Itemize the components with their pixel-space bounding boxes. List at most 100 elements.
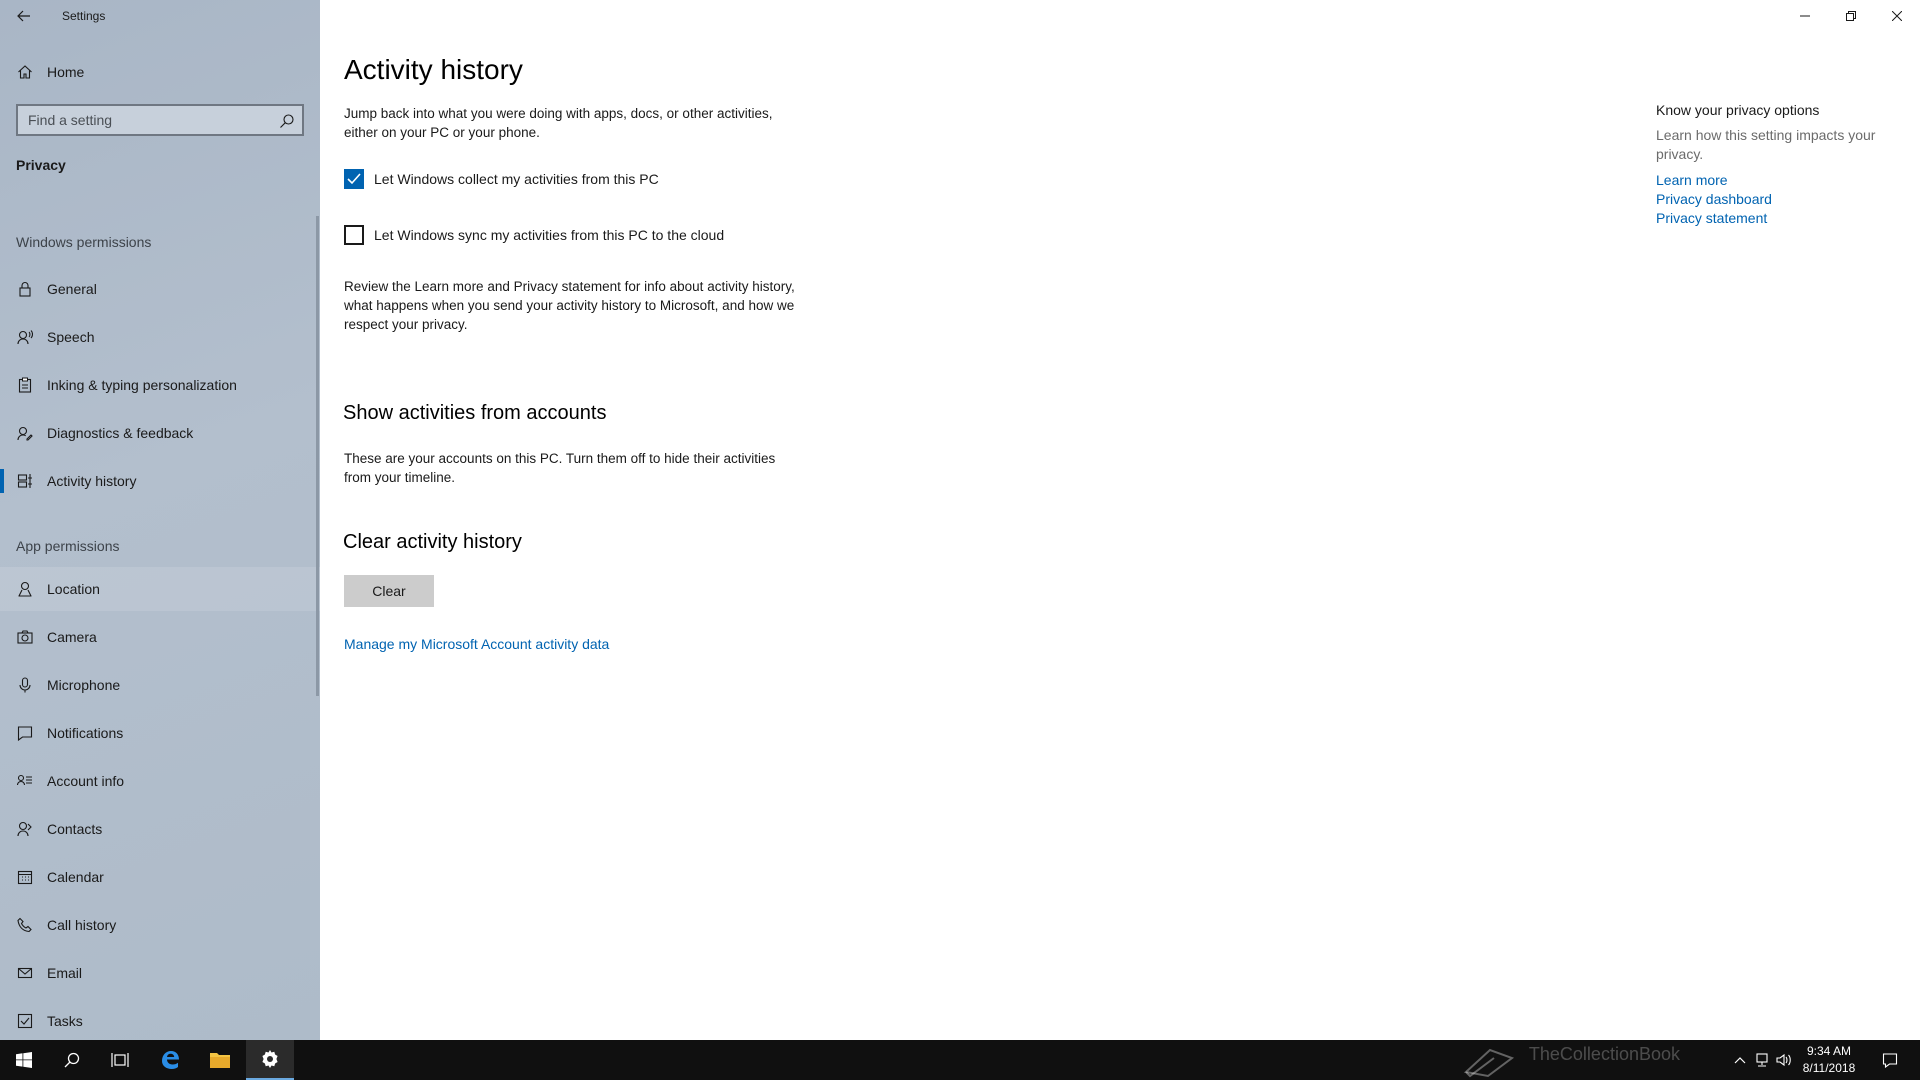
app-title: Settings <box>62 9 106 23</box>
lock-icon <box>15 279 35 299</box>
navigation-pane: Settings Home Privacy Windows permission… <box>0 0 320 1040</box>
manage-activity-data-link[interactable]: Manage my Microsoft Account activity dat… <box>344 636 609 652</box>
watermark-text: TheCollectionBook <box>1528 1044 1680 1064</box>
sidebar-item-location[interactable]: Location <box>0 567 320 611</box>
network-icon <box>1756 1053 1768 1067</box>
sidebar-item-label: Microphone <box>47 677 121 693</box>
task-view-button[interactable] <box>96 1040 144 1080</box>
learn-more-link[interactable]: Learn more <box>1656 171 1896 190</box>
clear-button[interactable]: Clear <box>344 575 434 607</box>
file-explorer-button[interactable] <box>196 1040 244 1080</box>
edge-browser-button[interactable] <box>146 1040 194 1080</box>
sidebar-item-label: Call history <box>47 917 117 933</box>
search-icon[interactable] <box>278 112 296 130</box>
sidebar-item-notifications[interactable]: Notifications <box>0 711 320 755</box>
collect-activities-label: Let Windows collect my activities from t… <box>374 171 659 187</box>
volume-button[interactable] <box>1776 1052 1792 1068</box>
sidebar-item-speech[interactable]: Speech <box>0 315 320 359</box>
clock[interactable]: 9:34 AM 8/11/2018 <box>1794 1043 1864 1077</box>
sidebar-item-email[interactable]: Email <box>0 951 320 995</box>
search-input[interactable] <box>18 106 268 134</box>
book-logo-icon <box>1463 1048 1515 1078</box>
sync-activities-label: Let Windows sync my activities from this… <box>374 227 725 243</box>
sidebar-scrollbar[interactable] <box>316 216 319 696</box>
location-icon <box>15 579 35 599</box>
collect-activities-checkbox[interactable] <box>344 169 364 189</box>
sidebar-item-general[interactable]: General <box>0 267 320 311</box>
nav-home-label: Home <box>47 64 85 80</box>
checkmark-icon <box>347 173 361 185</box>
camera-icon <box>15 627 35 647</box>
start-button[interactable] <box>0 1040 48 1080</box>
related-settings-pane: Know your privacy options Learn how this… <box>1656 102 1896 228</box>
close-button[interactable] <box>1874 0 1920 32</box>
windows-logo-icon <box>16 1052 32 1068</box>
title-bar: Settings <box>0 0 320 34</box>
sidebar-item-label: General <box>47 281 97 297</box>
privacy-statement-link[interactable]: Privacy statement <box>1656 209 1896 228</box>
category-heading: Privacy <box>16 157 66 173</box>
sync-activities-checkbox[interactable] <box>344 225 364 245</box>
call-history-icon <box>15 915 35 935</box>
volume-icon <box>1776 1053 1791 1067</box>
sidebar-item-account-info[interactable]: Account info <box>0 759 320 803</box>
close-icon <box>1892 11 1902 21</box>
sidebar-item-label: Email <box>47 965 83 981</box>
accounts-section-title: Show activities from accounts <box>343 402 607 424</box>
sidebar-item-label: Camera <box>47 629 97 645</box>
back-button[interactable] <box>12 4 36 28</box>
calendar-icon <box>15 867 35 887</box>
collect-activities-option[interactable]: Let Windows collect my activities from t… <box>344 167 659 191</box>
windows-permissions-heading: Windows permissions <box>16 234 152 250</box>
account-info-icon <box>15 771 35 791</box>
taskbar-search-button[interactable] <box>48 1040 96 1080</box>
action-center-button[interactable] <box>1882 1052 1898 1068</box>
notifications-icon <box>15 723 35 743</box>
settings-taskbar-button[interactable] <box>246 1040 294 1080</box>
chevron-up-icon <box>1734 1057 1746 1064</box>
network-button[interactable] <box>1754 1052 1770 1068</box>
sidebar-item-label: Inking & typing personalization <box>47 377 237 393</box>
feedback-icon <box>15 423 35 443</box>
sidebar-item-activity-history[interactable]: Activity history <box>0 459 320 503</box>
task-view-icon <box>111 1053 129 1067</box>
timeline-icon <box>15 471 35 491</box>
minimize-button[interactable] <box>1782 0 1828 32</box>
sync-activities-option[interactable]: Let Windows sync my activities from this… <box>344 223 724 247</box>
sidebar-item-microphone[interactable]: Microphone <box>0 663 320 707</box>
intro-text: Jump back into what you were doing with … <box>344 106 773 140</box>
back-arrow-icon <box>17 10 30 22</box>
gear-icon <box>262 1050 278 1068</box>
sidebar-item-contacts[interactable]: Contacts <box>0 807 320 851</box>
accounts-text: These are your accounts on this PC. Turn… <box>344 451 776 485</box>
edge-icon <box>162 1051 179 1069</box>
sidebar-item-label: Diagnostics & feedback <box>47 425 194 441</box>
sidebar-item-diagnostics[interactable]: Diagnostics & feedback <box>0 411 320 455</box>
taskbar: TheCollectionBook 9:34 AM 8/11/2018 <box>0 1040 1920 1080</box>
search-icon <box>64 1052 80 1068</box>
related-links: Learn more Privacy dashboard Privacy sta… <box>1656 171 1896 228</box>
page-title: Activity history <box>344 54 523 85</box>
sidebar-item-call-history[interactable]: Call history <box>0 903 320 947</box>
sidebar-item-inking-typing[interactable]: Inking & typing personalization <box>0 363 320 407</box>
email-icon <box>15 963 35 983</box>
app-permissions-heading: App permissions <box>16 538 120 554</box>
clipboard-icon <box>15 375 35 395</box>
restore-button[interactable] <box>1828 0 1874 32</box>
show-hidden-icons-button[interactable] <box>1732 1052 1748 1068</box>
nav-home[interactable]: Home <box>0 50 320 94</box>
sidebar-item-label: Tasks <box>47 1013 83 1029</box>
sidebar-item-camera[interactable]: Camera <box>0 615 320 659</box>
sidebar-item-label: Speech <box>47 329 95 345</box>
sidebar-item-label: Contacts <box>47 821 103 837</box>
sidebar-item-calendar[interactable]: Calendar <box>0 855 320 899</box>
sidebar-item-label: Account info <box>47 773 125 789</box>
privacy-dashboard-link[interactable]: Privacy dashboard <box>1656 190 1896 209</box>
clear-section-title: Clear activity history <box>343 531 522 553</box>
content-pane: Activity history Jump back into what you… <box>320 0 1920 1040</box>
clock-date: 8/11/2018 <box>1802 1061 1856 1075</box>
related-description: Learn how this setting impacts your priv… <box>1656 127 1876 162</box>
sidebar-item-label: Location <box>47 581 100 597</box>
search-box[interactable] <box>16 104 304 136</box>
sidebar-item-tasks[interactable]: Tasks <box>0 999 320 1043</box>
